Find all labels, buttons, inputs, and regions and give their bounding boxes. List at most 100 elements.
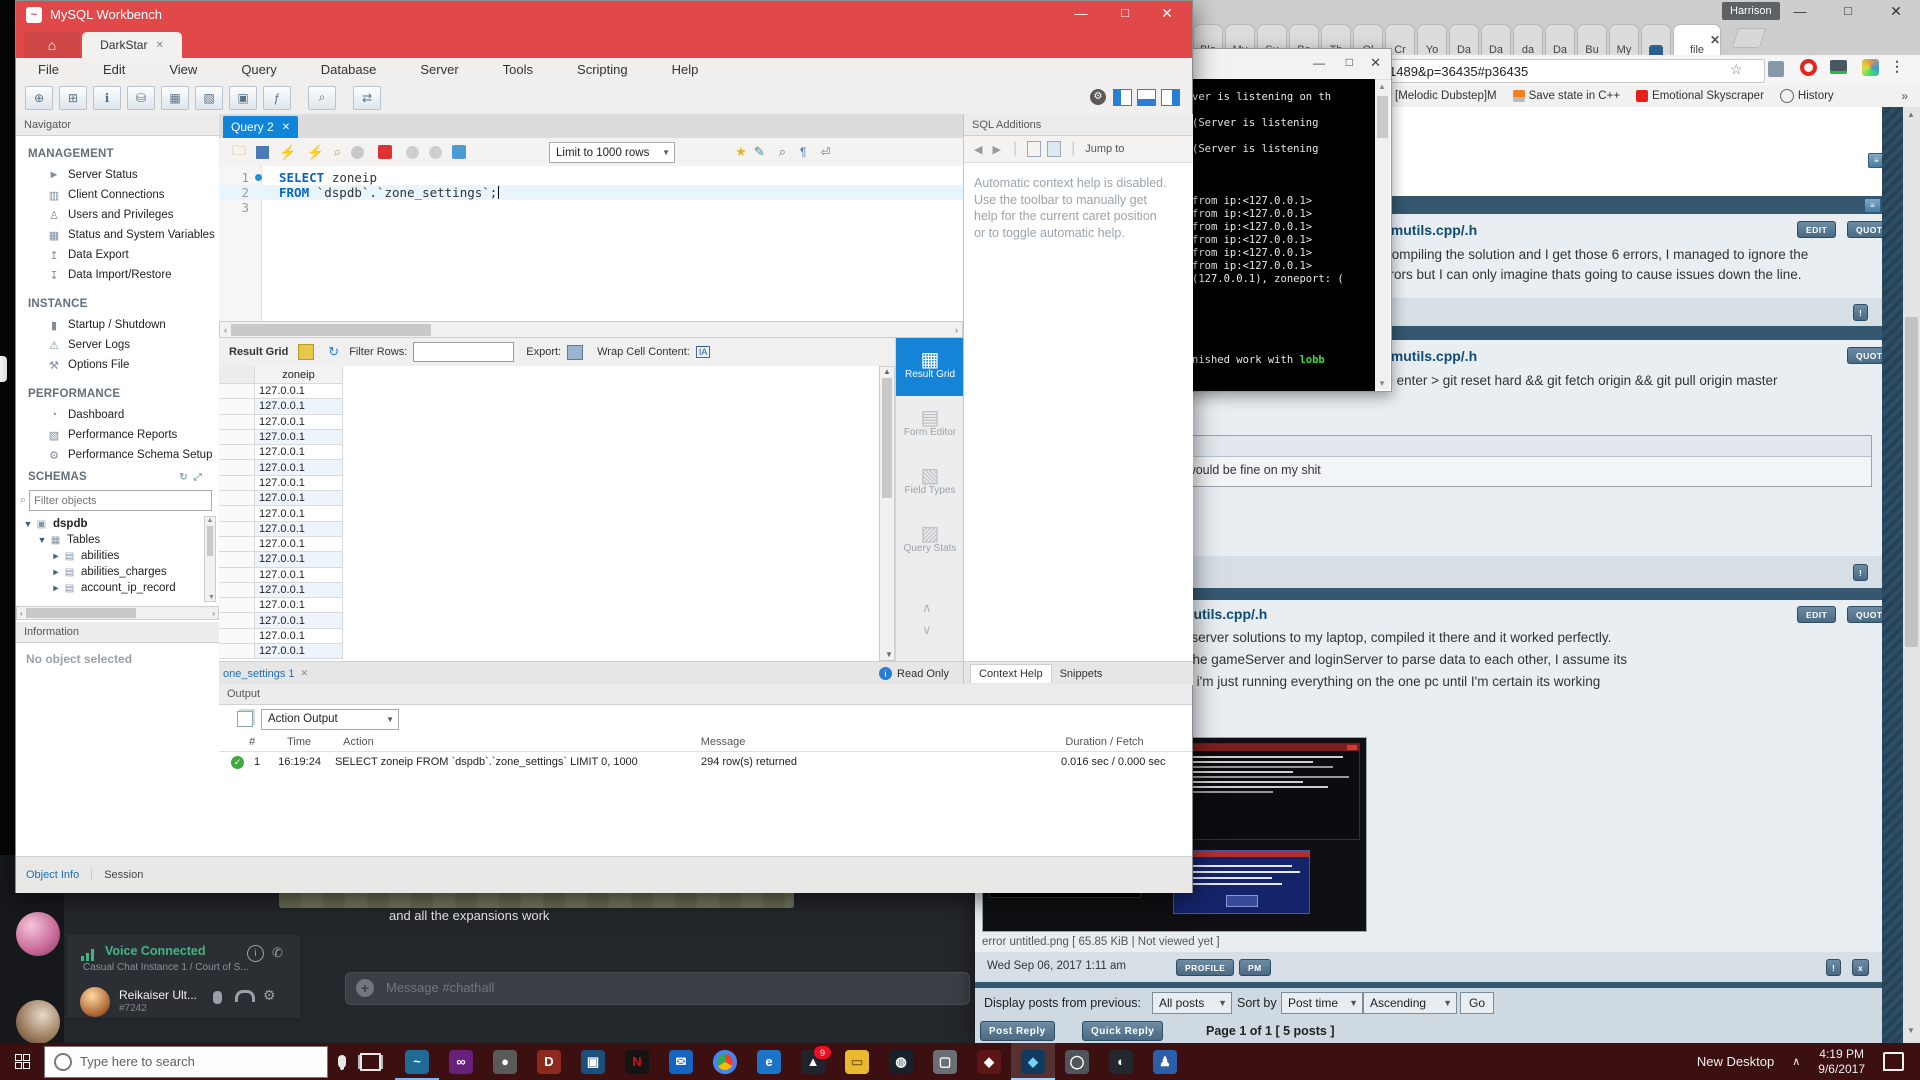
query-tab[interactable]: Query 2✕ [223,116,298,138]
mic-icon[interactable] [338,1055,346,1068]
dock-scroll-down-icon[interactable]: ∨ [922,622,932,638]
execute-icon[interactable]: ⚡ [279,144,296,161]
navigator-item[interactable]: ♙Users and Privileges [16,205,219,225]
action-output-dropdown[interactable]: Action Output▼ [261,709,399,730]
window-maximize-button[interactable]: □ [1833,3,1863,18]
go-button[interactable]: Go [1460,992,1494,1014]
tab-close-icon[interactable]: ✕ [282,122,290,133]
grid-row[interactable]: 127.0.0.1 [219,552,879,567]
menu-item[interactable]: Database [310,62,388,77]
schema-tree-node[interactable]: ▼▦Tables [22,532,210,548]
schema-tree-node[interactable]: ▼▣dspdb [22,516,210,532]
toggle-secondary-sidebar-icon[interactable] [1161,89,1180,106]
new-tab-button[interactable] [1732,28,1766,48]
browser-profile-badge[interactable]: Harrison [1722,2,1780,20]
navigator-item[interactable]: ↧Data Import/Restore [16,265,219,285]
search-data-icon[interactable]: ⌕ [308,86,336,110]
grid-row[interactable]: 127.0.0.1 [219,568,879,583]
url-bar[interactable]: 1489&p=36435#p36435 [1380,59,1765,83]
forum-bar-icon[interactable]: ≡ [1864,198,1881,213]
menu-item[interactable]: File [27,62,70,77]
taskbar-app-icon[interactable]: ✉ [659,1043,703,1080]
taskbar-app-icon[interactable]: ◆ [967,1043,1011,1080]
grid-row[interactable]: 127.0.0.1 [219,476,879,491]
menu-item[interactable]: Server [409,62,469,77]
bookmark-item[interactable]: [Melodic Dubstep]M [1395,90,1497,102]
new-query-tab-icon[interactable]: ⊕ [25,86,53,110]
post-title[interactable]: emutils.cpp/.h [1383,222,1683,238]
taskbar-app-icon[interactable]: ∞ [439,1043,483,1080]
window-maximize-button[interactable]: □ [1346,55,1353,69]
scroll-down-arrow[interactable]: ▼ [1378,379,1386,388]
menu-item[interactable]: Scripting [566,62,639,77]
jump-to-label[interactable]: Jump to [1085,143,1124,155]
toggle-sidebar-icon[interactable] [1113,89,1132,106]
grid-row[interactable]: 127.0.0.1 [219,430,879,445]
info-icon[interactable]: i [247,945,264,962]
taskbar-app-icon[interactable]: D [527,1043,571,1080]
browser-scrollbar[interactable]: ▲ ▼ [1903,107,1920,1043]
editor-horizontal-scrollbar[interactable]: ‹ › [219,321,963,338]
menu-item[interactable]: Tools [492,62,544,77]
commit-icon[interactable] [406,146,419,159]
inspector-icon[interactable]: ℹ [93,86,121,110]
dock-button[interactable]: ▤Form Editor [896,396,964,454]
create-view-icon[interactable]: ▧ [195,86,223,110]
help-forward-icon[interactable]: ▶ [992,143,1000,156]
explain-icon[interactable]: ⌕ [334,144,341,160]
new-desktop-label[interactable]: New Desktop [1697,1054,1774,1069]
taskbar-clock[interactable]: 4:19 PM 9/6/2017 [1818,1047,1865,1077]
filter-objects-input[interactable] [29,490,212,511]
taskbar-app-icon[interactable]: ▭ [835,1043,879,1080]
console-titlebar[interactable]: — □ ✕ [1186,49,1391,80]
bookmark-star-icon[interactable]: ☆ [1730,61,1743,78]
taskbar-app-icon[interactable]: ▢ [923,1043,967,1080]
tab-snippets[interactable]: Snippets [1052,665,1111,683]
discord-server-pill[interactable] [0,356,7,382]
pdf-extension-icon[interactable] [1768,61,1784,77]
grid-row[interactable]: 127.0.0.1 [219,613,879,628]
navigator-item[interactable]: ▦Status and System Variables [16,225,219,245]
tab-close-icon[interactable]: ✕ [1710,33,1720,47]
wrap-cell-icon[interactable]: IA [696,346,711,358]
disconnect-icon[interactable]: ✆ [272,945,288,960]
opera-extension-icon[interactable] [1800,59,1817,76]
navigator-item[interactable]: ◔Dashboard [16,405,219,425]
navigator-item[interactable]: ▧Performance Reports [16,425,219,445]
beautify-icon[interactable]: ✎ [754,144,765,160]
action-center-icon[interactable] [1883,1052,1904,1071]
edit-button[interactable]: EDIT [1797,606,1836,623]
scroll-up-arrow[interactable]: ▲ [1378,82,1386,91]
grid-row[interactable]: 127.0.0.1 [219,537,879,552]
grid-row[interactable]: 127.0.0.1 [219,506,879,521]
voice-channel[interactable]: Casual Chat Instance 1 / Court of S... [83,962,253,973]
mic-icon[interactable] [213,991,222,1004]
schema-refresh-icon[interactable]: ↻ [179,472,188,483]
find-icon[interactable]: ⌕ [779,144,786,160]
grid-options-icon[interactable] [298,344,314,360]
filter-rows-input[interactable] [413,342,514,362]
all-posts-select[interactable]: All posts▼ [1152,992,1232,1014]
window-minimize-button[interactable]: — [1313,56,1325,70]
taskbar-app-icon[interactable]: ▲ 9 [791,1043,835,1080]
export-icon[interactable] [567,345,583,360]
discord-avatar[interactable] [16,912,60,956]
autocommit-icon[interactable] [452,145,466,159]
ascending-select[interactable]: Ascending▼ [1363,992,1457,1014]
schema-expand-icon[interactable]: ⤢ [194,472,202,483]
tree-horizontal-scrollbar[interactable]: ‹ › [16,606,219,620]
create-schema-icon[interactable]: ⛁ [127,86,155,110]
dock-button[interactable]: ▨Query Stats [896,512,964,570]
message-input[interactable]: + Message #chathall [345,972,970,1005]
bookmark-item[interactable]: History [1780,89,1834,103]
schema-tree-node[interactable]: ►▤abilities [22,548,210,564]
taskbar-app-icon[interactable]: ◯ [1055,1043,1099,1080]
output-row[interactable]: ✓ 1 16:19:24 SELECT zoneip FROM `dspdb`.… [219,752,1192,772]
tab-close-icon[interactable]: ✕ [301,668,309,679]
manual-help-icon[interactable] [1027,141,1041,157]
cast-extension-icon[interactable] [1830,60,1847,74]
taskbar-app-icon[interactable]: ● [483,1043,527,1080]
open-file-icon[interactable]: 🗀 [232,140,246,164]
help-back-icon[interactable]: ◀ [974,143,982,156]
taskbar-app-icon[interactable]: e [747,1043,791,1080]
